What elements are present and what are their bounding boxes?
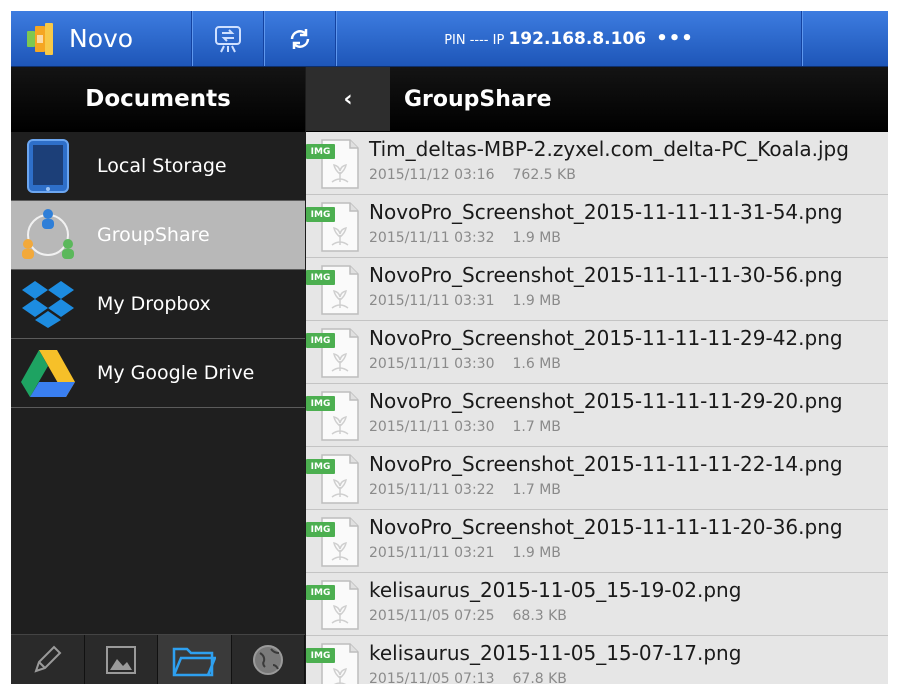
refresh-icon <box>287 26 313 52</box>
back-button[interactable]: ‹ <box>306 67 390 131</box>
novo-app-window: Novo PIN ---- IP 192.168.8.106 ••• Docum… <box>11 11 888 684</box>
file-size: 1.9 MB <box>512 545 561 561</box>
file-date: 2015/11/11 03:31 <box>369 293 495 309</box>
sidebar-item-label: My Dropbox <box>97 293 211 315</box>
file-meta: 2015/11/11 03:30 1.7 MB <box>369 419 561 435</box>
file-row[interactable]: IMG NovoPro_Screenshot_2015-11-11-11-20-… <box>306 510 888 573</box>
file-name: kelisaurus_2015-11-05_15-19-02.png <box>369 578 742 602</box>
sidebar-item-label: GroupShare <box>97 224 210 246</box>
file-name: NovoPro_Screenshot_2015-11-11-11-29-42.p… <box>369 326 843 350</box>
tab-globe[interactable] <box>232 635 305 684</box>
file-name: NovoPro_Screenshot_2015-11-11-11-31-54.p… <box>369 200 843 224</box>
dropbox-icon <box>11 270 85 338</box>
file-date: 2015/11/05 07:13 <box>369 671 495 684</box>
file-size: 1.9 MB <box>512 293 561 309</box>
sidebar: Documents Local Storage GroupShare My Dr… <box>11 67 305 684</box>
file-meta: 2015/11/05 07:25 68.3 KB <box>369 608 567 624</box>
tablet-icon <box>11 132 85 200</box>
file-row[interactable]: IMG NovoPro_Screenshot_2015-11-11-11-31-… <box>306 195 888 258</box>
file-size: 1.7 MB <box>512 419 561 435</box>
file-name: kelisaurus_2015-11-05_15-07-17.png <box>369 641 742 665</box>
file-size: 1.9 MB <box>512 230 561 246</box>
file-date: 2015/11/11 03:21 <box>369 545 495 561</box>
pencil-icon <box>30 643 64 677</box>
file-size: 762.5 KB <box>512 167 576 183</box>
file-date: 2015/11/11 03:30 <box>369 419 495 435</box>
file-date: 2015/11/11 03:22 <box>369 482 495 498</box>
screen-share-icon <box>213 24 243 54</box>
sidebar-item-label: My Google Drive <box>97 362 255 384</box>
app-name: Novo <box>69 24 134 53</box>
file-meta: 2015/11/12 03:16 762.5 KB <box>369 167 576 183</box>
group-share-icon <box>11 201 85 269</box>
screen-share-button[interactable] <box>193 11 263 66</box>
image-icon <box>105 645 137 675</box>
file-meta: 2015/11/11 03:32 1.9 MB <box>369 230 561 246</box>
brand[interactable]: Novo <box>11 11 191 66</box>
img-badge: IMG <box>306 333 335 348</box>
file-date: 2015/11/05 07:25 <box>369 608 495 624</box>
sidebar-item-google-drive[interactable]: My Google Drive <box>11 339 305 408</box>
file-date: 2015/11/11 03:32 <box>369 230 495 246</box>
file-row[interactable]: IMG NovoPro_Screenshot_2015-11-11-11-30-… <box>306 258 888 321</box>
refresh-button[interactable] <box>265 11 335 66</box>
ip-address: 192.168.8.106 <box>508 29 647 49</box>
file-meta: 2015/11/11 03:22 1.7 MB <box>369 482 561 498</box>
top-bar: Novo PIN ---- IP 192.168.8.106 ••• <box>11 11 888 67</box>
file-size: 67.8 KB <box>512 671 567 684</box>
connection-info[interactable]: PIN ---- IP 192.168.8.106 ••• <box>337 11 801 66</box>
file-date: 2015/11/12 03:16 <box>369 167 495 183</box>
tab-image[interactable] <box>85 635 158 684</box>
img-badge: IMG <box>306 144 335 159</box>
sidebar-item-local-storage[interactable]: Local Storage <box>11 132 305 201</box>
file-name: NovoPro_Screenshot_2015-11-11-11-30-56.p… <box>369 263 843 287</box>
sidebar-item-dropbox[interactable]: My Dropbox <box>11 270 305 339</box>
img-badge: IMG <box>306 207 335 222</box>
file-list: IMG Tim_deltas-MBP-2.zyxel.com_delta-PC_… <box>306 132 888 684</box>
img-badge: IMG <box>306 648 335 663</box>
globe-icon <box>251 643 285 677</box>
file-size: 1.6 MB <box>512 356 561 372</box>
sidebar-title: Documents <box>11 67 305 132</box>
file-meta: 2015/11/05 07:13 67.8 KB <box>369 671 567 684</box>
img-badge: IMG <box>306 522 335 537</box>
file-meta: 2015/11/11 03:21 1.9 MB <box>369 545 561 561</box>
img-badge: IMG <box>306 270 335 285</box>
file-name: NovoPro_Screenshot_2015-11-11-11-29-20.p… <box>369 389 843 413</box>
img-badge: IMG <box>306 585 335 600</box>
file-name: NovoPro_Screenshot_2015-11-11-11-20-36.p… <box>369 515 843 539</box>
file-size: 1.7 MB <box>512 482 561 498</box>
file-row[interactable]: IMG kelisaurus_2015-11-05_15-07-17.png 2… <box>306 636 888 684</box>
file-meta: 2015/11/11 03:31 1.9 MB <box>369 293 561 309</box>
pin-label: PIN ---- IP <box>444 33 505 48</box>
file-browser: ‹ GroupShare IMG Tim_deltas-MBP-2.zyxel.… <box>306 67 888 684</box>
file-row[interactable]: IMG NovoPro_Screenshot_2015-11-11-11-29-… <box>306 384 888 447</box>
google-drive-icon <box>11 339 85 407</box>
more-icon[interactable]: ••• <box>656 28 694 49</box>
img-badge: IMG <box>306 396 335 411</box>
tab-pencil[interactable] <box>11 635 85 684</box>
file-name: Tim_deltas-MBP-2.zyxel.com_delta-PC_Koal… <box>369 137 849 161</box>
file-date: 2015/11/11 03:30 <box>369 356 495 372</box>
tab-folder[interactable] <box>158 635 232 684</box>
file-row[interactable]: IMG NovoPro_Screenshot_2015-11-11-11-29-… <box>306 321 888 384</box>
sidebar-item-label: Local Storage <box>97 155 227 177</box>
novo-logo-icon <box>25 22 55 55</box>
file-name: NovoPro_Screenshot_2015-11-11-11-22-14.p… <box>369 452 843 476</box>
sidebar-item-groupshare[interactable]: GroupShare <box>11 201 305 270</box>
img-badge: IMG <box>306 459 335 474</box>
file-row[interactable]: IMG Tim_deltas-MBP-2.zyxel.com_delta-PC_… <box>306 132 888 195</box>
file-browser-header: ‹ GroupShare <box>306 67 888 132</box>
file-row[interactable]: IMG kelisaurus_2015-11-05_15-19-02.png 2… <box>306 573 888 636</box>
folder-icon <box>172 643 217 677</box>
file-row[interactable]: IMG NovoPro_Screenshot_2015-11-11-11-22-… <box>306 447 888 510</box>
file-meta: 2015/11/11 03:30 1.6 MB <box>369 356 561 372</box>
bottom-tab-bar <box>11 634 305 684</box>
folder-title: GroupShare <box>404 86 552 112</box>
file-size: 68.3 KB <box>512 608 567 624</box>
